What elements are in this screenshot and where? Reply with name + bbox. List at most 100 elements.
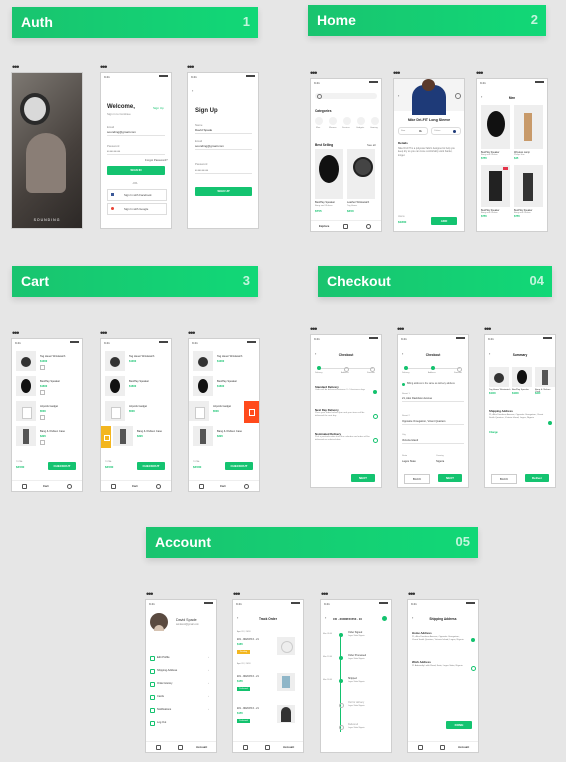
price-value: $1800 bbox=[398, 220, 407, 224]
shipping-title: Shipping Address bbox=[429, 617, 457, 621]
facebook-signin-button[interactable]: Sign In with Facebook bbox=[107, 189, 167, 201]
back-arrow-icon[interactable]: ‹ bbox=[398, 93, 399, 98]
back-button[interactable]: BACK bbox=[491, 474, 517, 484]
billing-checkbox[interactable] bbox=[402, 383, 405, 386]
radio-button[interactable] bbox=[373, 414, 378, 419]
delete-swipe-action[interactable] bbox=[244, 401, 259, 423]
explore-icon[interactable] bbox=[418, 745, 423, 750]
tab-bar: Account bbox=[408, 741, 478, 752]
color-selector[interactable]: Colour bbox=[431, 127, 461, 135]
product-card-image[interactable] bbox=[347, 149, 375, 199]
password-field[interactable]: •••••••••• bbox=[195, 168, 209, 172]
tab-account[interactable]: Account bbox=[196, 745, 207, 749]
signup-screen: 9:41 ‹ Sign Up Name David Spade Email so… bbox=[187, 72, 259, 229]
next-button[interactable]: NEXT bbox=[351, 474, 375, 482]
explore-icon[interactable] bbox=[199, 484, 204, 489]
tab-explore[interactable]: Explore bbox=[319, 224, 329, 228]
sign-in-button[interactable]: SIGN IN bbox=[107, 166, 165, 175]
account-icon[interactable] bbox=[244, 484, 249, 489]
delivery-option-next-day[interactable]: Next Day Delivery Place your order befor… bbox=[315, 408, 373, 418]
refresh-icon[interactable] bbox=[382, 616, 387, 621]
timeline-sub: Lagos State Nigeria bbox=[348, 705, 365, 707]
tab-account[interactable]: Account bbox=[458, 745, 469, 749]
change-address-link[interactable]: Change bbox=[489, 431, 498, 434]
product-card-image[interactable] bbox=[514, 105, 543, 149]
radio-button[interactable] bbox=[373, 438, 378, 443]
product-card-image[interactable] bbox=[514, 165, 543, 207]
tab-cart[interactable]: Cart bbox=[43, 484, 49, 488]
cart-icon[interactable] bbox=[440, 745, 445, 750]
step-label: Summer bbox=[367, 372, 375, 374]
explore-icon[interactable] bbox=[22, 484, 27, 489]
explore-icon[interactable] bbox=[156, 745, 161, 750]
password-field[interactable]: •••••••••• bbox=[107, 149, 121, 153]
tab-account[interactable]: Account bbox=[283, 745, 294, 749]
state-field[interactable]: Lagos State bbox=[402, 460, 416, 463]
product-card-image[interactable] bbox=[315, 149, 343, 199]
product-card-image[interactable] bbox=[481, 165, 510, 207]
divider bbox=[195, 173, 252, 174]
home-address-text[interactable]: 21, Alex Davidson Avenue, Opposite Omega… bbox=[412, 636, 466, 642]
search-input[interactable] bbox=[315, 93, 377, 99]
product-card-image[interactable] bbox=[481, 105, 510, 149]
email-field[interactable]: sounding@gmail.com bbox=[107, 130, 136, 134]
forgot-password-link[interactable]: Forgot Password? bbox=[145, 158, 168, 162]
category-gaming-icon[interactable] bbox=[371, 117, 379, 125]
sign-up-button[interactable]: SIGN UP bbox=[195, 187, 252, 196]
size-selector[interactable]: Size XL bbox=[398, 127, 428, 135]
sale-badge bbox=[503, 167, 508, 170]
speaker-image bbox=[23, 429, 29, 444]
details-text: Nike Dri-FIT is a polyester fabric desig… bbox=[398, 147, 455, 157]
name-field[interactable]: David Spade bbox=[195, 128, 212, 132]
explore-icon[interactable] bbox=[111, 484, 116, 489]
status-bar-time: 9:41 bbox=[324, 602, 330, 606]
signup-link[interactable]: Sign Up bbox=[153, 106, 164, 110]
street1-field[interactable]: 21, Alex Davidson Avenue bbox=[402, 397, 432, 400]
heart-icon[interactable] bbox=[455, 93, 461, 99]
category-devices-icon[interactable] bbox=[343, 117, 351, 125]
street2-field[interactable]: Opposite Omegatron, Vicent Quarters bbox=[402, 420, 446, 423]
cart-icon[interactable] bbox=[265, 745, 270, 750]
category-men-icon[interactable] bbox=[315, 117, 323, 125]
google-signin-button[interactable]: Sign In with Google bbox=[107, 203, 167, 215]
tab-cart[interactable]: Cart bbox=[132, 484, 138, 488]
next-button[interactable]: NEXT bbox=[438, 474, 462, 482]
cart-icon[interactable] bbox=[178, 745, 183, 750]
email-field[interactable]: sounding@gmail.com bbox=[195, 144, 224, 148]
account-icon[interactable] bbox=[156, 484, 161, 489]
explore-icon[interactable] bbox=[243, 745, 248, 750]
checkout-button[interactable]: CHECKOUT bbox=[137, 462, 165, 470]
done-button[interactable]: DONE bbox=[446, 721, 472, 729]
quantity-stepper[interactable] bbox=[40, 365, 45, 370]
deliver-button[interactable]: Deliver bbox=[525, 474, 549, 482]
account-icon[interactable] bbox=[67, 484, 72, 489]
tab-cart[interactable]: Cart bbox=[220, 484, 226, 488]
category-gadgets-icon[interactable] bbox=[357, 117, 365, 125]
country-field[interactable]: Nigeria bbox=[436, 460, 444, 463]
category-women-icon[interactable] bbox=[329, 117, 337, 125]
quantity-stepper[interactable] bbox=[40, 440, 45, 445]
favorite-swipe-action[interactable] bbox=[101, 426, 111, 448]
delivery-option-nominated[interactable]: Nominated Delivery Pick a particular dat… bbox=[315, 432, 373, 442]
account-icon[interactable] bbox=[366, 224, 371, 229]
radio-button[interactable] bbox=[471, 666, 476, 671]
cart-icon[interactable] bbox=[343, 224, 348, 229]
delivery-option-standard[interactable]: Standard Delivery Order will be delivere… bbox=[315, 385, 373, 392]
cart-item-image bbox=[105, 401, 125, 421]
quantity-stepper[interactable] bbox=[40, 415, 45, 420]
back-button[interactable]: BACK bbox=[404, 474, 430, 484]
checkout-button[interactable]: CHECKOUT bbox=[225, 462, 253, 470]
street1-label: Street 1 bbox=[402, 393, 410, 395]
work-address-text[interactable]: 21 Admiralty Lekki Road, Ikate, Lagos St… bbox=[412, 665, 466, 668]
back-arrow-icon[interactable]: ‹ bbox=[325, 615, 326, 620]
add-to-cart-button[interactable]: ADD bbox=[431, 217, 457, 225]
city-field[interactable]: Victoria Island bbox=[402, 439, 418, 442]
speaker-image bbox=[517, 370, 527, 384]
see-all-link[interactable]: See all bbox=[367, 143, 376, 147]
back-arrow-icon[interactable]: ‹ bbox=[192, 88, 193, 93]
section-number: 04 bbox=[529, 273, 544, 288]
selected-check-icon bbox=[471, 638, 475, 642]
quantity-stepper[interactable] bbox=[40, 390, 45, 395]
checkout-button[interactable]: CHECKOUT bbox=[48, 462, 76, 470]
divider bbox=[107, 135, 165, 136]
